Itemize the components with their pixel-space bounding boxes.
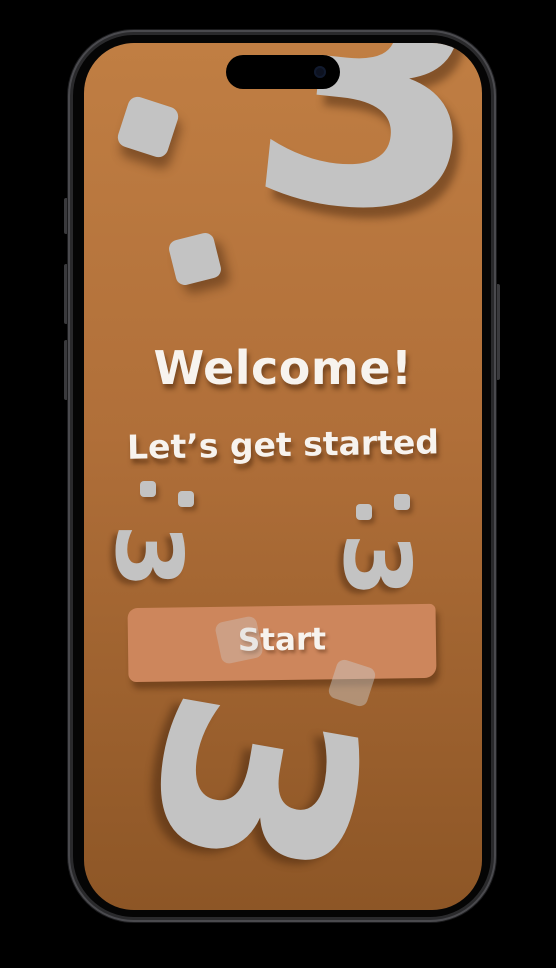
power-button	[496, 284, 500, 380]
welcome-title: Welcome!	[153, 341, 413, 395]
face-eye-left	[140, 481, 156, 497]
dynamic-island	[226, 55, 340, 89]
face-mouth: 3	[323, 532, 431, 598]
big-three-decoration-bottom: 3	[88, 669, 417, 901]
start-button[interactable]: Start	[127, 603, 437, 683]
face-mouth: 3	[95, 523, 203, 589]
app-screen: 3 3 3 3 Welcome! Let’s get started Start	[84, 43, 482, 910]
stage: 3 3 3 3 Welcome! Let’s get started Start	[0, 0, 556, 968]
subtitle: Let’s get started	[126, 422, 440, 467]
ghost-square-decoration	[214, 615, 264, 665]
cat-face-icon-left: 3	[95, 481, 218, 591]
decor-square-middle-left	[167, 231, 223, 287]
face-eye-left	[356, 504, 372, 520]
decor-square-top-left	[115, 94, 181, 160]
face-eye-right	[394, 494, 410, 510]
start-button-label: Start	[237, 621, 327, 659]
face-eye-right	[178, 491, 194, 507]
camera-icon	[314, 66, 326, 78]
cat-face-icon-right: 3	[323, 490, 446, 600]
